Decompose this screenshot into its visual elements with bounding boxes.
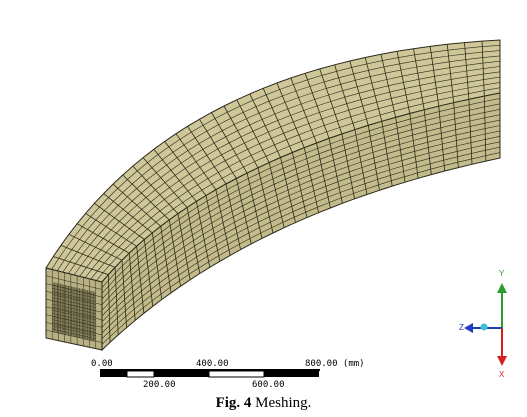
axis-triad: Y Z X (459, 269, 507, 379)
scale-segment (126, 370, 155, 378)
z-axis-label: Z (459, 323, 464, 332)
scale-label-200: 200.00 (143, 380, 176, 390)
scale-label-400: 400.00 (196, 359, 229, 369)
scale-segment (264, 371, 319, 377)
figure-caption-text: Meshing. (255, 395, 312, 411)
curved-beam-mesh (45, 39, 501, 352)
figure-caption: Fig. 4 Meshing. (0, 395, 527, 412)
mesh-viewport[interactable]: 0.00 400.00 800.00 (mm) 200.00 600.00 Y … (0, 0, 527, 417)
scale-bar: 0.00 400.00 800.00 (mm) 200.00 600.00 (91, 359, 365, 390)
z-axis-head (464, 323, 473, 333)
x-axis-label: X (499, 370, 505, 379)
scale-segment (100, 371, 127, 377)
x-axis-head (497, 356, 507, 366)
scale-label-800: 800.00 (mm) (305, 359, 365, 369)
scale-label-600: 600.00 (252, 380, 285, 390)
scale-segment (154, 371, 209, 377)
figure-caption-label: Fig. 4 (215, 395, 252, 411)
triad-origin (480, 323, 488, 331)
y-axis-head (497, 283, 507, 293)
y-axis-label: Y (499, 269, 505, 278)
scale-label-0: 0.00 (91, 359, 113, 369)
scale-segment (208, 370, 265, 378)
